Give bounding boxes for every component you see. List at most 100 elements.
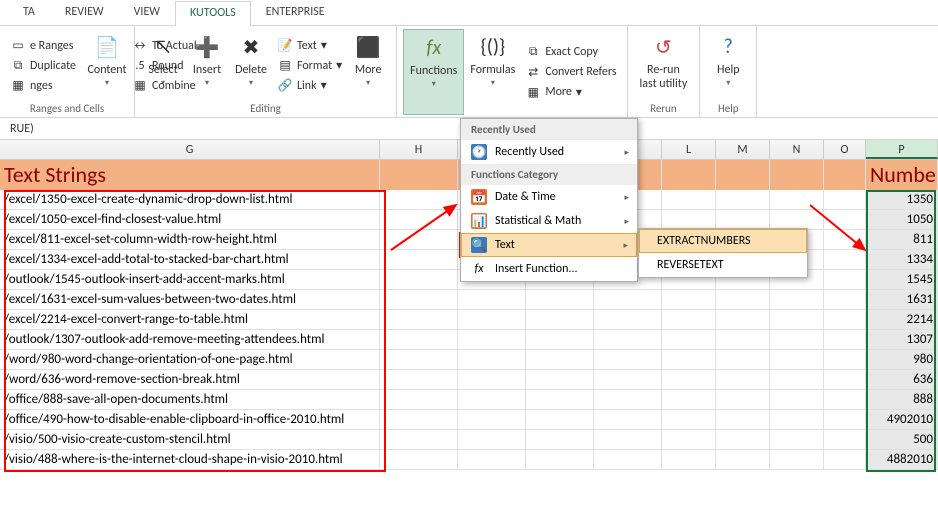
cell[interactable] bbox=[594, 410, 662, 429]
cell[interactable]: 1050 bbox=[866, 210, 938, 229]
col-header-P[interactable]: P bbox=[866, 140, 938, 159]
cell[interactable]: /visio/488-where-is-the-internet-cloud-s… bbox=[0, 450, 380, 469]
cell[interactable] bbox=[716, 350, 770, 369]
cell[interactable]: /excel/1334-excel-add-total-to-stacked-b… bbox=[0, 250, 380, 269]
format-btn[interactable]: ▤Format ▾ bbox=[273, 57, 346, 75]
cell[interactable]: 811 bbox=[866, 230, 938, 249]
cell[interactable] bbox=[716, 290, 770, 309]
cell[interactable] bbox=[594, 330, 662, 349]
cell[interactable]: 500 bbox=[866, 430, 938, 449]
cell[interactable] bbox=[662, 330, 716, 349]
cell[interactable] bbox=[716, 210, 770, 229]
cell[interactable] bbox=[380, 430, 458, 449]
cell[interactable] bbox=[716, 310, 770, 329]
help-btn[interactable]: ?Help▾ bbox=[706, 29, 750, 102]
cell[interactable]: /office/490-how-to-disable-enable-clipbo… bbox=[0, 410, 380, 429]
delete-btn[interactable]: ✖Delete▾ bbox=[229, 29, 273, 102]
cell[interactable] bbox=[824, 210, 866, 229]
cell[interactable] bbox=[526, 450, 594, 469]
cell[interactable] bbox=[594, 350, 662, 369]
link-btn[interactable]: 🔗Link ▾ bbox=[273, 77, 346, 95]
cell[interactable] bbox=[458, 350, 526, 369]
cell[interactable]: 1334 bbox=[866, 250, 938, 269]
insert-btn[interactable]: ➕Insert▾ bbox=[185, 29, 229, 102]
cell[interactable] bbox=[662, 290, 716, 309]
cell[interactable] bbox=[662, 410, 716, 429]
cell[interactable] bbox=[824, 230, 866, 249]
cell[interactable]: 980 bbox=[866, 350, 938, 369]
cell[interactable] bbox=[770, 450, 824, 469]
cell[interactable]: /excel/1631-excel-sum-values-between-two… bbox=[0, 290, 380, 309]
cell[interactable]: /excel/2214-excel-convert-range-to-table… bbox=[0, 310, 380, 329]
col-header-O[interactable]: O bbox=[824, 140, 866, 159]
cell[interactable] bbox=[662, 370, 716, 389]
cell[interactable] bbox=[824, 290, 866, 309]
cell[interactable] bbox=[526, 330, 594, 349]
cell[interactable] bbox=[594, 290, 662, 309]
cell[interactable] bbox=[662, 350, 716, 369]
cell[interactable] bbox=[380, 370, 458, 389]
cell[interactable] bbox=[824, 430, 866, 449]
cell[interactable] bbox=[662, 450, 716, 469]
cell[interactable] bbox=[824, 250, 866, 269]
cell[interactable]: 1631 bbox=[866, 290, 938, 309]
cell[interactable] bbox=[824, 410, 866, 429]
cell[interactable] bbox=[824, 310, 866, 329]
text-btn[interactable]: 📝Text ▾ bbox=[273, 37, 346, 55]
cell[interactable] bbox=[770, 410, 824, 429]
cell[interactable] bbox=[770, 390, 824, 409]
col-header-N[interactable]: N bbox=[770, 140, 824, 159]
cell[interactable]: /excel/811-excel-set-column-width-row-he… bbox=[0, 230, 380, 249]
cell[interactable] bbox=[526, 410, 594, 429]
cell[interactable] bbox=[458, 390, 526, 409]
cell[interactable]: /outlook/1545-outlook-insert-add-accent-… bbox=[0, 270, 380, 289]
cell[interactable] bbox=[824, 390, 866, 409]
cell[interactable] bbox=[594, 370, 662, 389]
tab-view[interactable]: VIEW bbox=[119, 0, 175, 25]
cell[interactable] bbox=[594, 430, 662, 449]
cell[interactable] bbox=[662, 310, 716, 329]
more-btn[interactable]: ⬛More▾ bbox=[346, 29, 390, 102]
cell[interactable]: /visio/500-visio-create-custom-stencil.h… bbox=[0, 430, 380, 449]
cell[interactable] bbox=[824, 330, 866, 349]
cell[interactable] bbox=[716, 450, 770, 469]
select-btn[interactable]: ↖Select▾ bbox=[141, 29, 185, 102]
cell[interactable] bbox=[594, 310, 662, 329]
cell[interactable] bbox=[770, 160, 824, 190]
col-header-L[interactable]: L bbox=[662, 140, 716, 159]
cell[interactable] bbox=[380, 250, 458, 269]
cell[interactable] bbox=[526, 290, 594, 309]
cell[interactable] bbox=[662, 190, 716, 209]
cell[interactable] bbox=[824, 370, 866, 389]
content-btn[interactable]: 📄Content▾ bbox=[86, 29, 128, 102]
cell[interactable] bbox=[380, 210, 458, 229]
formulas-btn[interactable]: {()}Formulas▾ bbox=[464, 29, 521, 115]
cell[interactable] bbox=[662, 160, 716, 190]
cell[interactable] bbox=[770, 330, 824, 349]
sub-extract[interactable]: EXTRACTNUMBERS bbox=[639, 229, 807, 253]
cell[interactable] bbox=[770, 310, 824, 329]
cell[interactable] bbox=[770, 350, 824, 369]
cell[interactable] bbox=[380, 160, 458, 190]
cell[interactable] bbox=[458, 370, 526, 389]
cell[interactable] bbox=[526, 390, 594, 409]
cell[interactable] bbox=[716, 330, 770, 349]
cell[interactable]: 1545 bbox=[866, 270, 938, 289]
tab-kutools[interactable]: KUTOOLS bbox=[175, 1, 251, 26]
cell[interactable] bbox=[824, 270, 866, 289]
nges-btn[interactable]: ▦nges bbox=[6, 77, 80, 95]
cell[interactable] bbox=[380, 190, 458, 209]
cell[interactable] bbox=[380, 330, 458, 349]
cell[interactable] bbox=[662, 390, 716, 409]
cell[interactable] bbox=[380, 450, 458, 469]
tab-review[interactable]: REVIEW bbox=[50, 0, 119, 25]
cell[interactable] bbox=[716, 430, 770, 449]
cell[interactable]: /office/888-save-all-open-documents.html bbox=[0, 390, 380, 409]
cell[interactable] bbox=[526, 370, 594, 389]
cell[interactable]: 4882010 bbox=[866, 450, 938, 469]
cell[interactable] bbox=[824, 190, 866, 209]
cell[interactable] bbox=[716, 160, 770, 190]
cell[interactable]: 636 bbox=[866, 370, 938, 389]
cell[interactable] bbox=[770, 370, 824, 389]
cell[interactable] bbox=[458, 290, 526, 309]
